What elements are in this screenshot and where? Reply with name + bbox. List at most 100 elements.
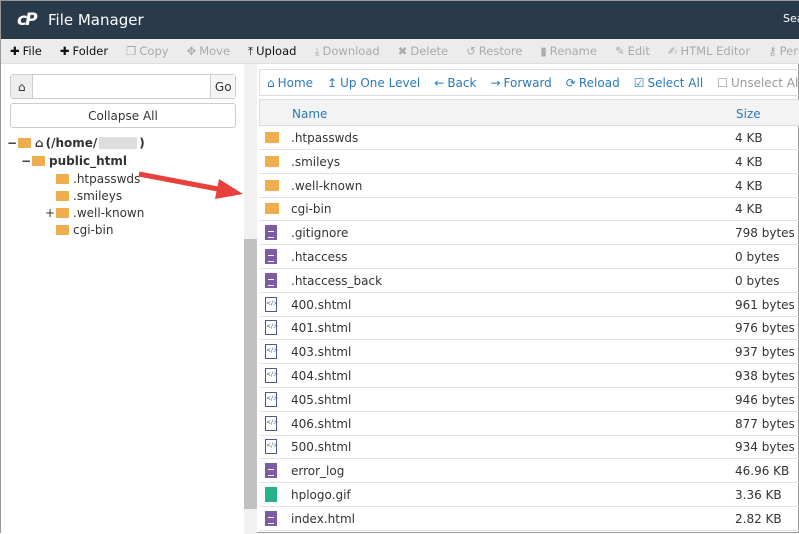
toolbar-perm-button[interactable]: ⚷Perm (759, 44, 799, 58)
folder-icon (32, 156, 45, 166)
table-row[interactable]: </> 400.shtml 961 bytes (259, 293, 799, 317)
scrollbar-thumb[interactable] (244, 239, 257, 509)
folder-icon (56, 174, 69, 184)
reload-icon: ⟳ (565, 75, 576, 90)
toolbar-rename-button[interactable]: ▮ Rename (531, 44, 606, 58)
nav-reload-button[interactable]: ⟳ Reload (559, 76, 627, 90)
table-row[interactable]: </> 401.shtml 976 bytes (259, 316, 799, 341)
tree-item[interactable]: cgi-bin (45, 223, 113, 237)
file-size: 3.36 KB (735, 488, 782, 502)
go-button[interactable]: Go (210, 75, 235, 98)
toolbar: ✚ File ✚ Folder ❐ Copy ✥ Move ⤒ Upload ⤓ Download ✖ D… (1, 39, 799, 64)
file-icon: ▮ (540, 44, 547, 58)
toolbar-move-button[interactable]: ✥ Move (178, 44, 239, 58)
table-row[interactable]: error_log 46.96 KB (259, 459, 799, 484)
file-name: 403.shtml (291, 345, 352, 360)
table-row[interactable]: cgi-bin 4 KB (259, 197, 799, 222)
text-icon (265, 463, 277, 479)
plus-icon: ✚ (10, 44, 20, 58)
table-row[interactable]: .htpasswds 4 KB (259, 126, 799, 150)
file-size: 946 bytes (735, 392, 795, 407)
table-row[interactable]: .well-known 4 KB (259, 174, 799, 198)
code-icon: </> (265, 439, 278, 455)
folder-icon (56, 208, 69, 218)
file-size: 976 bytes (735, 321, 795, 336)
upload-icon: ⤒ (248, 43, 254, 58)
table-header: Name Size (259, 99, 799, 126)
tree-item[interactable]: + .well-known (45, 206, 144, 220)
file-size: 2.82 KB (735, 511, 782, 526)
table-row[interactable]: .htaccess 0 bytes (259, 245, 799, 269)
toolbar-restore-button[interactable]: ↺ Restore (457, 44, 531, 58)
file-name: 401.shtml (291, 321, 352, 336)
pencil-icon: ✎ (614, 44, 625, 58)
folder-icon (265, 132, 279, 143)
file-name: 500.shtml (291, 440, 352, 455)
table-row[interactable]: </> 403.shtml 937 bytes (259, 340, 799, 365)
table-row[interactable]: .htaccess_back 0 bytes (259, 269, 799, 293)
tree-toggle[interactable]: − (7, 136, 17, 150)
column-name[interactable]: Name (292, 107, 327, 121)
nav-up-one-level-button[interactable]: ↥ Up One Level (320, 76, 427, 90)
table-row[interactable]: </> 405.shtml 946 bytes (259, 388, 799, 412)
tree-item[interactable]: .htpasswds (45, 172, 140, 186)
key-icon: ⚷ (768, 44, 777, 58)
text-icon (265, 272, 277, 288)
title-bar: cP File Manager Sea (1, 1, 799, 39)
collapse-all-button[interactable]: Collapse All (10, 103, 236, 128)
table-row[interactable]: index.html 2.82 KB (259, 507, 799, 531)
nav-select-all-button[interactable]: ☑ Select All (627, 76, 710, 90)
code-icon: </> (265, 296, 278, 312)
column-size[interactable]: Size (736, 107, 761, 121)
path-input[interactable] (33, 75, 211, 98)
file-size: 938 bytes (735, 369, 795, 383)
table-row[interactable]: .gitignore 798 bytes (259, 221, 799, 246)
folder-tree-panel: ⌂ Go Collapse All − ⌂ (/home/) − public_html… (1, 64, 244, 534)
nav-unselect-all-button[interactable]: ☐ Unselect All (710, 76, 799, 90)
home-icon[interactable]: ⌂ (11, 75, 34, 98)
file-name: .htaccess (291, 250, 348, 264)
file-name: 405.shtml (291, 392, 352, 407)
table-row[interactable]: hplogo.gif 3.36 KB (259, 483, 799, 507)
code-icon: </> (265, 415, 278, 431)
nav-forward-button[interactable]: → Forward (483, 76, 558, 90)
toolbar-folder-button[interactable]: ✚ Folder (51, 44, 117, 58)
toolbar-download-button[interactable]: ⤓ Download (305, 44, 388, 59)
toolbar-copy-button[interactable]: ❐ Copy (117, 44, 177, 58)
tree-toggle[interactable]: + (45, 206, 55, 220)
file-size: 0 bytes (735, 250, 780, 264)
toolbar-file-button[interactable]: ✚ File (1, 44, 51, 58)
path-bar: ⌂ Go (10, 74, 236, 99)
table-row[interactable]: </> 404.shtml 938 bytes (259, 364, 799, 388)
tree-item[interactable]: .smileys (45, 189, 122, 203)
folder-icon (265, 179, 279, 191)
code-icon: </> (265, 368, 278, 383)
tree-toggle[interactable]: − (21, 154, 31, 168)
file-name: index.html (291, 511, 355, 526)
file-name: 406.shtml (291, 416, 352, 431)
tree-item[interactable]: − public_html (21, 154, 127, 168)
cpanel-logo: cP (17, 10, 37, 30)
toolbar-upload-button[interactable]: ⤒ Upload (239, 44, 305, 59)
tree-item[interactable]: − ⌂ (/home/) (7, 136, 145, 150)
file-size: 934 bytes (735, 440, 795, 455)
text-icon (265, 225, 277, 241)
file-size: 877 bytes (735, 416, 795, 431)
table-row[interactable]: .smileys 4 KB (259, 150, 799, 174)
file-name: hplogo.gif (291, 488, 351, 502)
search-link[interactable]: Sea (783, 12, 799, 25)
folder-icon (56, 225, 69, 235)
toolbar-delete-button[interactable]: ✖ Delete (389, 44, 457, 58)
file-name: .smileys (291, 154, 341, 169)
toolbar-html-editor-button[interactable]: ✍ HTML Editor (659, 44, 759, 58)
nav-back-button[interactable]: ← Back (427, 76, 483, 90)
file-size: 0 bytes (735, 273, 780, 288)
table-row[interactable]: </> 500.shtml 934 bytes (259, 435, 799, 460)
toolbar-edit-button[interactable]: ✎ Edit (606, 44, 659, 58)
folder-icon (265, 155, 279, 167)
checkbox-empty-icon: ☐ (717, 75, 728, 90)
copy-icon: ❐ (126, 44, 137, 58)
table-row[interactable]: </> 406.shtml 877 bytes (259, 412, 799, 436)
nav-home-button[interactable]: ⌂ Home (260, 76, 320, 90)
edit-icon: ✍ (667, 44, 678, 58)
